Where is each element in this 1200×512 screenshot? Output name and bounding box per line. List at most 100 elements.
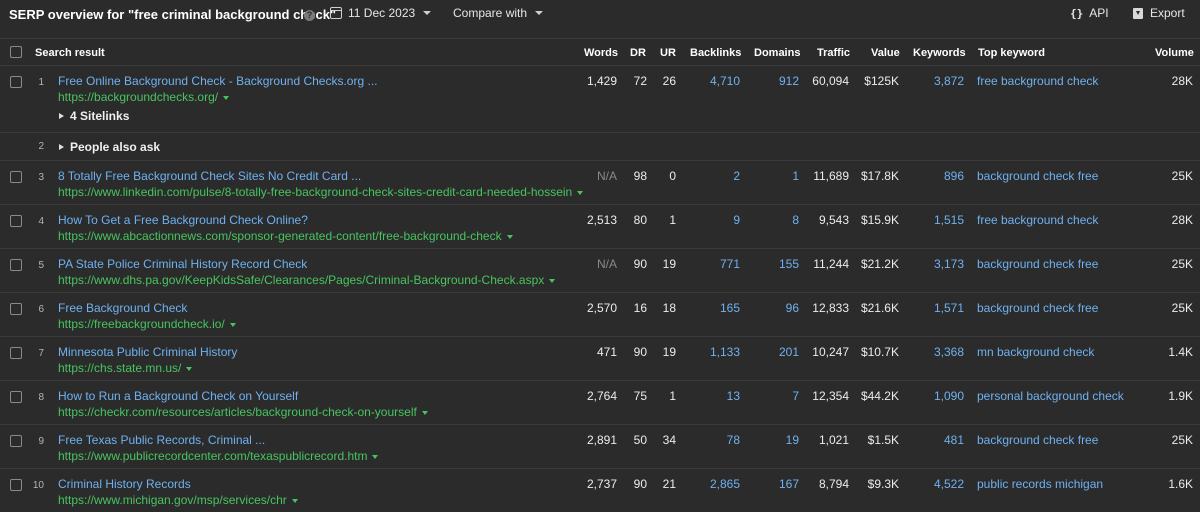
cell-keywords[interactable]: 3,173 — [934, 257, 964, 271]
cell-domains[interactable]: 155 — [779, 257, 799, 271]
chevron-down-icon[interactable] — [577, 190, 584, 195]
cell-keywords[interactable]: 3,368 — [934, 345, 964, 359]
cell-keywords[interactable]: 1,090 — [934, 389, 964, 403]
cell-domains[interactable]: 1 — [792, 169, 799, 183]
cell-top-keyword[interactable]: free background check — [977, 74, 1098, 88]
row-checkbox[interactable] — [10, 435, 22, 447]
chevron-down-icon[interactable] — [506, 234, 513, 239]
cell-top-keyword[interactable]: background check free — [977, 169, 1098, 183]
cell-words: 471 — [596, 345, 617, 359]
cell-top-keyword[interactable]: background check free — [977, 433, 1098, 447]
cell-dr: 72 — [633, 74, 647, 88]
cell-top-keyword[interactable]: public records michigan — [977, 477, 1103, 491]
date-picker-button[interactable]: 11 Dec 2023 — [330, 6, 432, 20]
cell-domains[interactable]: 8 — [792, 213, 799, 227]
row-checkbox[interactable] — [10, 391, 22, 403]
people-also-ask-toggle[interactable]: People also ask — [59, 140, 160, 154]
cell-domains[interactable]: 912 — [779, 74, 799, 88]
col-backlinks[interactable]: Backlinks — [690, 47, 741, 59]
col-domains[interactable]: Domains — [754, 47, 800, 59]
cell-dr: 80 — [633, 213, 647, 227]
cell-backlinks[interactable]: 2,865 — [710, 477, 740, 491]
row-checkbox[interactable] — [10, 171, 22, 183]
cell-backlinks[interactable]: 78 — [727, 433, 740, 447]
row-checkbox[interactable] — [10, 347, 22, 359]
cell-keywords[interactable]: 1,515 — [934, 213, 964, 227]
cell-top-keyword[interactable]: background check free — [977, 257, 1098, 271]
col-ur[interactable]: UR — [660, 47, 676, 59]
cell-domains[interactable]: 167 — [779, 477, 799, 491]
cell-top-keyword[interactable]: mn background check — [977, 345, 1094, 359]
cell-keywords[interactable]: 481 — [944, 433, 964, 447]
cell-backlinks[interactable]: 4,710 — [710, 74, 740, 88]
cell-backlinks[interactable]: 165 — [720, 301, 740, 315]
result-title-link[interactable]: Criminal History Records — [58, 477, 191, 491]
row-checkbox[interactable] — [10, 303, 22, 315]
result-url-link[interactable]: https://backgroundchecks.org/ — [58, 90, 230, 104]
cell-backlinks[interactable]: 13 — [727, 389, 740, 403]
cell-keywords[interactable]: 3,872 — [934, 74, 964, 88]
cell-domains[interactable]: 201 — [779, 345, 799, 359]
col-keywords[interactable]: Keywords — [913, 47, 966, 59]
cell-value: $10.7K — [860, 345, 899, 359]
cell-top-keyword[interactable]: free background check — [977, 213, 1098, 227]
cell-top-keyword[interactable]: personal background check — [977, 389, 1124, 403]
cell-domains[interactable]: 96 — [786, 301, 799, 315]
api-label: API — [1089, 6, 1109, 20]
row-checkbox[interactable] — [10, 215, 22, 227]
cell-keywords[interactable]: 4,522 — [934, 477, 964, 491]
result-url-link[interactable]: https://www.michigan.gov/msp/services/ch… — [58, 493, 298, 507]
cell-value: $9.3K — [867, 477, 899, 491]
result-url-link[interactable]: https://www.linkedin.com/pulse/8-totally… — [58, 185, 584, 199]
col-dr[interactable]: DR — [630, 47, 646, 59]
result-title-link[interactable]: Minnesota Public Criminal History — [58, 345, 237, 359]
col-traffic[interactable]: Traffic — [817, 47, 850, 59]
cell-backlinks[interactable]: 771 — [720, 257, 740, 271]
cell-keywords[interactable]: 896 — [944, 169, 964, 183]
cell-domains[interactable]: 19 — [786, 433, 799, 447]
question-circle-icon[interactable]: ? — [304, 10, 315, 21]
row-checkbox[interactable] — [10, 259, 22, 271]
row-checkbox[interactable] — [10, 479, 22, 491]
cell-keywords[interactable]: 1,571 — [934, 301, 964, 315]
row-position: 10 — [32, 480, 44, 491]
compare-with-button[interactable]: Compare with — [453, 6, 544, 20]
api-button[interactable]: {} API — [1070, 6, 1109, 20]
chevron-down-icon[interactable] — [421, 410, 428, 415]
result-title-link[interactable]: PA State Police Criminal History Record … — [58, 257, 307, 271]
col-value[interactable]: Value — [871, 47, 900, 59]
chevron-down-icon[interactable] — [223, 95, 230, 100]
result-title-link[interactable]: Free Texas Public Records, Criminal ... — [58, 433, 265, 447]
chevron-down-icon[interactable] — [549, 278, 556, 283]
result-title-link[interactable]: How to Run a Background Check on Yoursel… — [58, 389, 298, 403]
chevron-down-icon[interactable] — [372, 454, 379, 459]
result-url-link[interactable]: https://www.publicrecordcenter.com/texas… — [58, 449, 379, 463]
export-button[interactable]: Export — [1133, 6, 1185, 20]
cell-backlinks[interactable]: 9 — [733, 213, 740, 227]
col-top-keyword[interactable]: Top keyword — [978, 47, 1045, 59]
chevron-down-icon[interactable] — [291, 498, 298, 503]
result-url-link[interactable]: https://checkr.com/resources/articles/ba… — [58, 405, 428, 419]
chevron-down-icon[interactable] — [186, 366, 193, 371]
col-search-result[interactable]: Search result — [35, 47, 105, 59]
select-all-checkbox[interactable] — [10, 46, 22, 58]
row-position: 7 — [38, 348, 44, 359]
result-title-link[interactable]: Free Online Background Check - Backgroun… — [58, 74, 378, 88]
sitelinks-toggle[interactable]: 4 Sitelinks — [59, 109, 129, 123]
result-title-link[interactable]: Free Background Check — [58, 301, 187, 315]
cell-domains[interactable]: 7 — [792, 389, 799, 403]
result-url-link[interactable]: https://www.dhs.pa.gov/KeepKidsSafe/Clea… — [58, 273, 556, 287]
cell-volume: 25K — [1171, 257, 1193, 271]
result-url-link[interactable]: https://www.abcactionnews.com/sponsor-ge… — [58, 229, 513, 243]
col-volume[interactable]: Volume — [1155, 47, 1194, 59]
result-url-link[interactable]: https://freebackgroundcheck.io/ — [58, 317, 236, 331]
cell-backlinks[interactable]: 2 — [733, 169, 740, 183]
result-title-link[interactable]: 8 Totally Free Background Check Sites No… — [58, 169, 361, 183]
chevron-down-icon[interactable] — [229, 322, 236, 327]
row-checkbox[interactable] — [10, 76, 22, 88]
cell-top-keyword[interactable]: background check free — [977, 301, 1098, 315]
cell-backlinks[interactable]: 1,133 — [710, 345, 740, 359]
col-words[interactable]: Words — [584, 47, 618, 59]
result-url-link[interactable]: https://chs.state.mn.us/ — [58, 361, 193, 375]
result-title-link[interactable]: How To Get a Free Background Check Onlin… — [58, 213, 308, 227]
